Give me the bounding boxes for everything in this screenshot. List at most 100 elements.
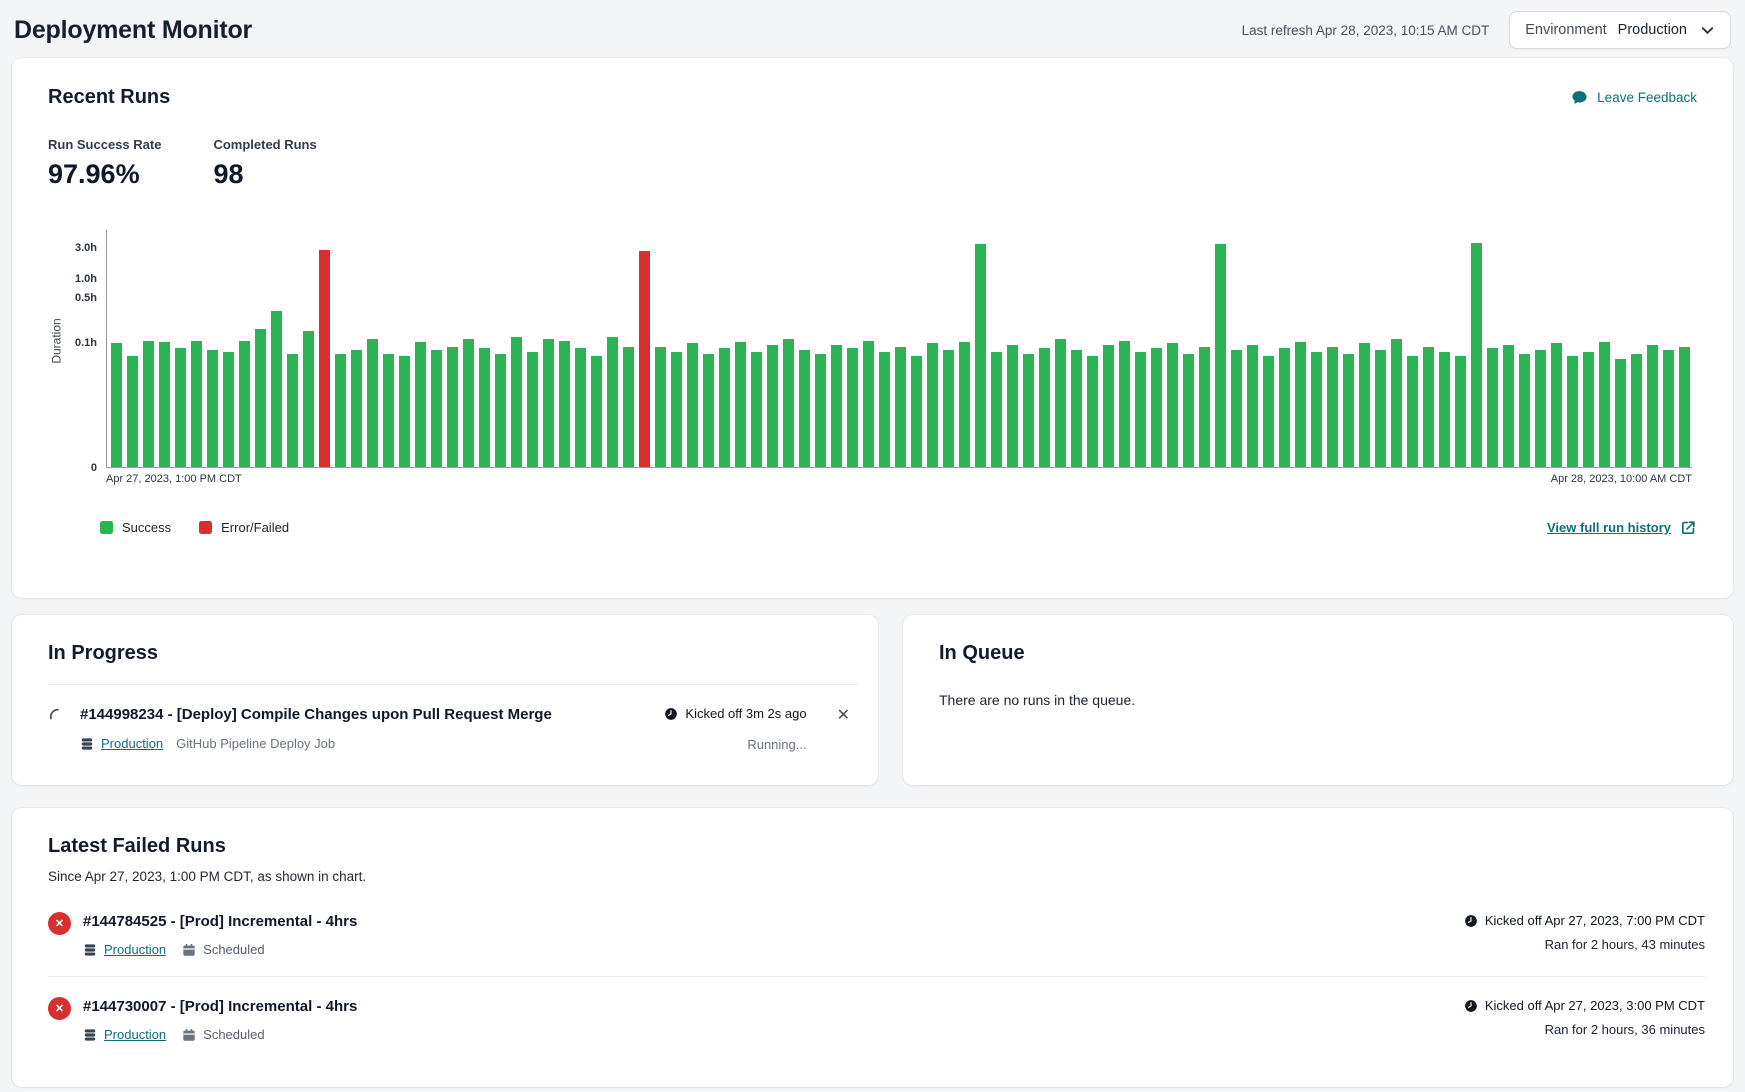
run-bar[interactable] — [271, 311, 282, 467]
run-bar[interactable] — [1295, 342, 1306, 467]
run-bar[interactable] — [127, 356, 138, 467]
run-bar[interactable] — [1631, 354, 1642, 467]
run-bar[interactable] — [831, 345, 842, 467]
run-bar[interactable] — [783, 339, 794, 467]
run-bar[interactable] — [1519, 354, 1530, 467]
run-bar[interactable] — [1135, 352, 1146, 467]
run-bar[interactable] — [1199, 347, 1210, 468]
run-bar[interactable] — [1263, 356, 1274, 467]
run-bar[interactable] — [159, 342, 170, 467]
run-bar[interactable] — [1359, 343, 1370, 467]
run-bar[interactable] — [751, 352, 762, 467]
run-bar[interactable] — [143, 341, 154, 467]
run-bar[interactable] — [639, 251, 650, 467]
run-bar[interactable] — [367, 339, 378, 467]
run-bar[interactable] — [351, 350, 362, 467]
run-bar[interactable] — [575, 348, 586, 467]
run-bar[interactable] — [447, 347, 458, 468]
run-bar[interactable] — [111, 343, 122, 467]
run-bar[interactable] — [223, 352, 234, 467]
run-bar[interactable] — [607, 337, 618, 467]
run-bar[interactable] — [655, 347, 666, 468]
run-bar[interactable] — [815, 354, 826, 467]
run-bar[interactable] — [1407, 356, 1418, 467]
run-bar[interactable] — [1231, 350, 1242, 467]
run-bar[interactable] — [1439, 352, 1450, 467]
run-bar[interactable] — [1423, 347, 1434, 468]
run-bar[interactable] — [335, 354, 346, 467]
run-bar[interactable] — [207, 350, 218, 467]
run-bar[interactable] — [959, 342, 970, 467]
run-bar[interactable] — [1343, 354, 1354, 467]
run-bar[interactable] — [191, 341, 202, 467]
run-bar[interactable] — [1119, 341, 1130, 467]
run-bar[interactable] — [1471, 243, 1482, 467]
run-bar[interactable] — [735, 342, 746, 467]
run-bar[interactable] — [863, 341, 874, 467]
run-bar[interactable] — [479, 348, 490, 467]
run-bar[interactable] — [511, 337, 522, 467]
run-bar[interactable] — [591, 356, 602, 467]
run-bar[interactable] — [1247, 345, 1258, 467]
run-bar[interactable] — [319, 250, 330, 467]
environment-select[interactable]: Environment Production — [1509, 11, 1731, 49]
run-bar[interactable] — [1311, 352, 1322, 467]
run-bar[interactable] — [1103, 345, 1114, 467]
run-bar[interactable] — [943, 350, 954, 467]
run-bar[interactable] — [703, 354, 714, 467]
close-icon[interactable]: ✕ — [837, 706, 850, 725]
run-bar[interactable] — [1455, 356, 1466, 467]
run-bar[interactable] — [1599, 342, 1610, 467]
run-bar[interactable] — [895, 347, 906, 468]
run-bar[interactable] — [1615, 359, 1626, 467]
run-bar[interactable] — [767, 345, 778, 467]
run-bar[interactable] — [1023, 354, 1034, 467]
run-bar[interactable] — [303, 331, 314, 467]
run-bar[interactable] — [1215, 244, 1226, 467]
run-bar[interactable] — [991, 352, 1002, 467]
run-bar[interactable] — [463, 339, 474, 467]
run-bar[interactable] — [911, 356, 922, 467]
run-bar[interactable] — [495, 354, 506, 467]
run-bar[interactable] — [1551, 343, 1562, 467]
run-bar[interactable] — [1679, 347, 1690, 468]
run-bar[interactable] — [1503, 345, 1514, 467]
run-bar[interactable] — [431, 350, 442, 467]
run-bar[interactable] — [383, 354, 394, 467]
run-bar[interactable] — [415, 342, 426, 467]
run-bar[interactable] — [799, 350, 810, 467]
production-link[interactable]: Production — [104, 942, 166, 957]
leave-feedback-link[interactable]: Leave Feedback — [1571, 89, 1697, 106]
run-bar[interactable] — [847, 348, 858, 467]
run-bar[interactable] — [1039, 348, 1050, 467]
run-bar[interactable] — [879, 352, 890, 467]
run-bar[interactable] — [399, 356, 410, 467]
run-bar[interactable] — [287, 354, 298, 467]
production-link[interactable]: Production — [101, 736, 163, 751]
run-bar[interactable] — [1279, 348, 1290, 467]
view-full-run-history-link[interactable]: View full run history — [1547, 519, 1697, 536]
run-bar[interactable] — [1071, 350, 1082, 467]
run-bar[interactable] — [543, 339, 554, 467]
run-bar[interactable] — [1583, 352, 1594, 467]
run-bar[interactable] — [1183, 354, 1194, 467]
run-bar[interactable] — [239, 341, 250, 467]
run-bar[interactable] — [1055, 339, 1066, 467]
run-bar[interactable] — [1167, 343, 1178, 467]
run-bar[interactable] — [1647, 345, 1658, 467]
run-bar[interactable] — [1007, 345, 1018, 467]
run-bar[interactable] — [671, 352, 682, 467]
run-bar[interactable] — [1663, 350, 1674, 467]
run-bar[interactable] — [975, 244, 986, 468]
run-bar[interactable] — [527, 352, 538, 467]
production-link[interactable]: Production — [104, 1027, 166, 1042]
run-bar[interactable] — [559, 341, 570, 467]
run-bar[interactable] — [255, 329, 266, 467]
run-bar[interactable] — [1375, 350, 1386, 467]
run-bar[interactable] — [927, 343, 938, 467]
run-bar[interactable] — [175, 348, 186, 467]
run-bar[interactable] — [1087, 356, 1098, 467]
run-bar[interactable] — [1327, 347, 1338, 468]
run-bar[interactable] — [719, 348, 730, 467]
run-bar[interactable] — [687, 343, 698, 467]
